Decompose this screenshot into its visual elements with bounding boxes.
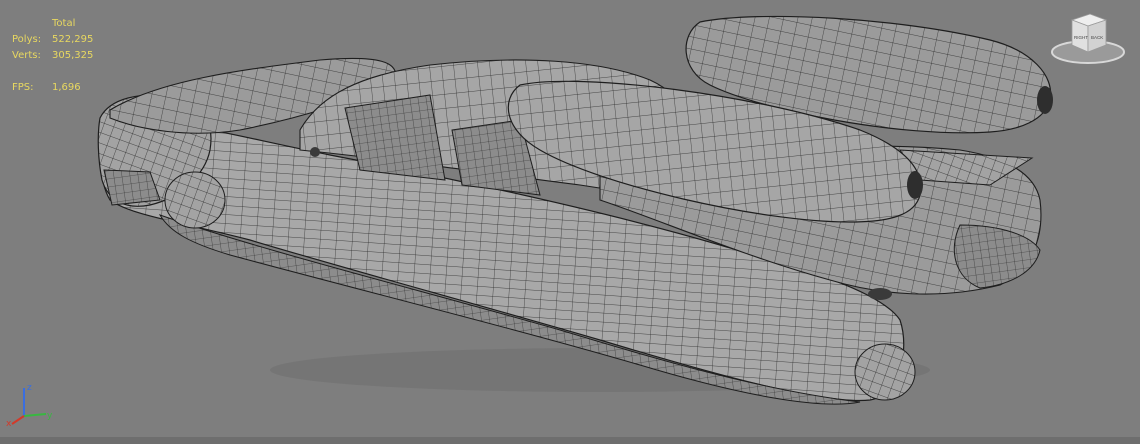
car-bumper [103,169,161,206]
stats-polys-value: 522,295 [52,34,94,45]
rocket-tip-lower [907,171,923,199]
axis-x-line [11,415,25,425]
axis-z-label: z [27,383,32,393]
rear-bumper-pod [854,343,916,401]
stats-fps-row: FPS: 1,696 [12,80,93,96]
front-wheel [164,171,226,229]
viewport-bottom-edge [0,437,1140,444]
wireframe-car-model[interactable] [0,0,1140,444]
viewcube-label-back: BACK [1091,35,1103,40]
viewcube-label-right: RIGHT [1074,35,1088,40]
stats-verts-row: Verts: 305,325 [12,48,93,64]
rocket-tip-upper [1037,86,1053,114]
axis-x-label: x [6,419,12,428]
stats-polys-label: Polys: [12,34,42,45]
axis-y-line [23,413,47,417]
stats-fps-label: FPS: [12,82,34,93]
fin-tip [868,288,892,300]
axis-y-label: y [47,411,53,421]
stats-verts-value: 305,325 [52,50,94,61]
viewport-statistics: Total Polys: 522,295 Verts: 305,325 FPS:… [12,16,93,96]
stats-polys-row: Polys: 522,295 [12,32,93,48]
viewport-perspective[interactable]: Total Polys: 522,295 Verts: 305,325 FPS:… [0,0,1140,444]
mirror [310,147,320,157]
stats-header: Total [52,18,76,29]
stats-fps-value: 1,696 [52,82,81,93]
car-window-front [344,94,446,181]
axis-tripod: z y x [6,383,53,428]
stats-verts-label: Verts: [12,50,41,61]
viewcube-widget[interactable]: RIGHT BACK [1050,12,1128,68]
